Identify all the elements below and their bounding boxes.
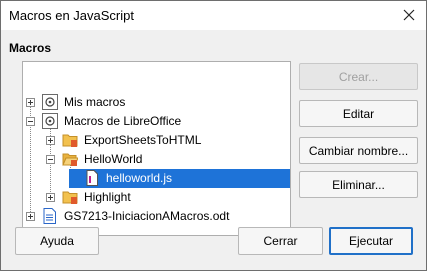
close-button-label: Cerrar <box>263 234 298 248</box>
tree-item-label: HelloWorld <box>84 152 143 166</box>
title-bar: Macros en JavaScript <box>0 0 427 30</box>
tree-item-label: GS7213-IniciacionAMacros.odt <box>64 209 230 223</box>
rename-button-label: Cambiar nombre... <box>308 143 409 158</box>
close-icon <box>403 9 415 21</box>
script-file-icon <box>86 170 98 186</box>
folder-icon <box>62 134 78 147</box>
tree-item-label: Macros de LibreOffice <box>64 114 182 128</box>
tree-item-helloworld-js[interactable]: helloworld.js <box>69 169 290 188</box>
macro-library-icon <box>42 113 58 129</box>
macro-library-icon <box>42 94 58 110</box>
tree-item-mis-macros[interactable]: Mis macros <box>23 93 290 112</box>
tree-item-label: Mis macros <box>64 95 126 109</box>
edit-button[interactable]: Editar <box>299 100 418 127</box>
help-button[interactable]: Ayuda <box>15 227 99 255</box>
run-button[interactable]: Ejecutar <box>329 227 413 255</box>
create-button-label: Crear... <box>338 69 379 84</box>
window-title: Macros en JavaScript <box>9 8 134 23</box>
tree-item-label: ExportSheetsToHTML <box>84 133 202 147</box>
tree-item-exportsheetstohtml[interactable]: ExportSheetsToHTML <box>23 131 290 150</box>
folder-icon <box>62 191 78 204</box>
help-button-label: Ayuda <box>40 234 74 248</box>
tree-item-macros-libreoffice[interactable]: Macros de LibreOffice <box>23 112 290 131</box>
close-button[interactable]: Cerrar <box>238 227 323 255</box>
tree-item-label: helloworld.js <box>106 171 173 185</box>
expand-icon[interactable] <box>46 193 55 202</box>
expand-icon[interactable] <box>26 98 35 107</box>
dialog-body: Macros Mis macros Macros de LibreOffice … <box>0 30 427 271</box>
expand-icon[interactable] <box>26 212 35 221</box>
delete-button-label: Eliminar... <box>332 177 385 192</box>
macro-tree[interactable]: Mis macros Macros de LibreOffice ExportS… <box>22 61 291 236</box>
writer-document-icon <box>43 208 56 224</box>
tree-item-highlight[interactable]: Highlight <box>23 188 290 207</box>
run-button-label: Ejecutar <box>348 234 394 248</box>
tree-item-helloworld[interactable]: HelloWorld <box>23 150 290 169</box>
macros-section-label: Macros <box>9 41 52 55</box>
edit-button-label: Editar <box>342 106 375 121</box>
delete-button[interactable]: Eliminar... <box>299 171 418 198</box>
tree-item-document[interactable]: GS7213-IniciacionAMacros.odt <box>23 207 290 226</box>
collapse-icon[interactable] <box>46 155 55 164</box>
close-window-button[interactable] <box>398 4 420 26</box>
tree-item-label: Highlight <box>84 190 131 204</box>
create-button[interactable]: Crear... <box>299 63 418 90</box>
collapse-icon[interactable] <box>26 117 35 126</box>
open-folder-icon <box>62 153 78 166</box>
expand-icon[interactable] <box>46 136 55 145</box>
rename-button[interactable]: Cambiar nombre... <box>299 137 418 164</box>
